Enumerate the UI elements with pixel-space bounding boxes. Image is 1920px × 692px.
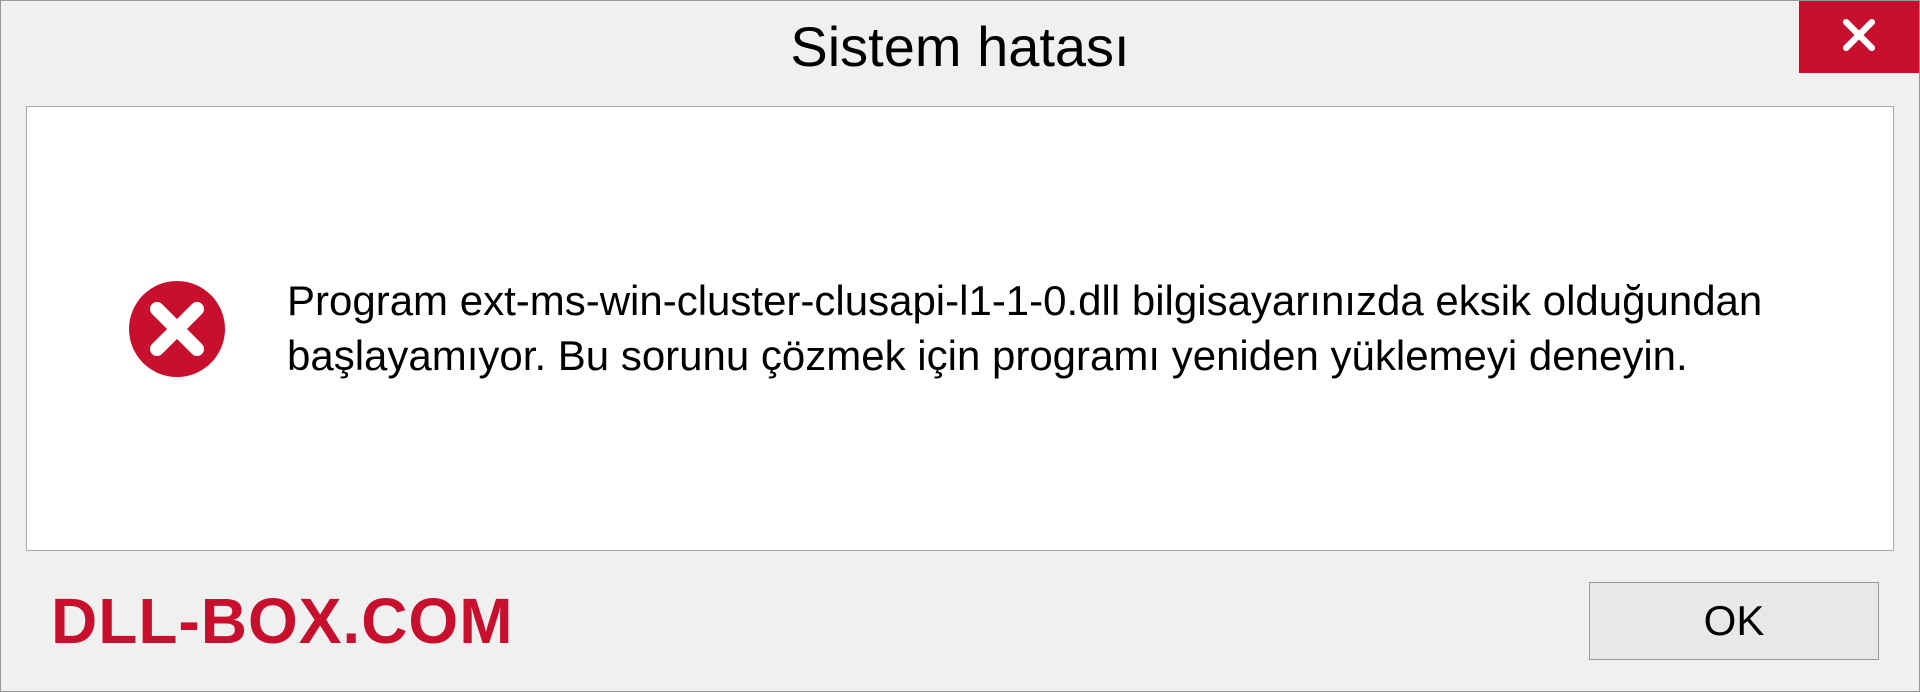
watermark-text: DLL-BOX.COM [51,584,514,658]
error-message: Program ext-ms-win-cluster-clusapi-l1-1-… [287,274,1833,383]
close-icon [1837,13,1881,62]
content-area: Program ext-ms-win-cluster-clusapi-l1-1-… [26,106,1894,551]
titlebar: Sistem hatası [1,1,1919,91]
dialog-title: Sistem hatası [790,14,1129,79]
error-dialog: Sistem hatası Program ext-ms-win-cluster… [0,0,1920,692]
error-icon [127,279,227,379]
ok-button[interactable]: OK [1589,582,1879,660]
close-button[interactable] [1799,1,1919,73]
dialog-footer: DLL-BOX.COM OK [1,571,1919,691]
